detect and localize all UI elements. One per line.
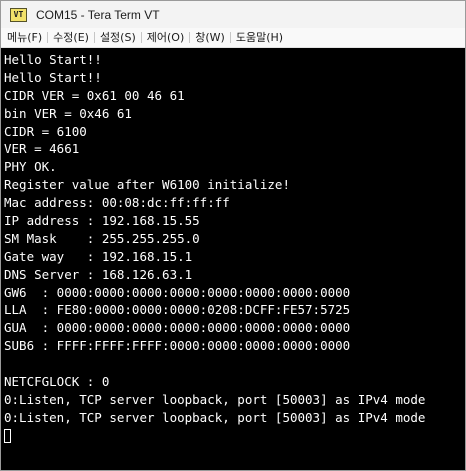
terminal-line: Hello Start!! bbox=[4, 69, 102, 85]
terminal-screen[interactable]: Hello Start!! Hello Start!! CIDR VER = 0… bbox=[1, 48, 465, 470]
menu-help[interactable]: 도움말(H) bbox=[231, 28, 288, 48]
terminal-line: Gate way : 192.168.15.1 bbox=[4, 248, 193, 264]
terminal-line: 0:Listen, TCP server loopback, port [500… bbox=[4, 391, 426, 407]
menu-bar: 메뉴(F) 수정(E) 설정(S) 제어(O) 창(W) 도움말(H) bbox=[1, 28, 465, 48]
terminal-line: Register value after W6100 initialize! bbox=[4, 177, 290, 193]
title-bar[interactable]: VT COM15 - Tera Term VT bbox=[1, 1, 465, 28]
menu-edit[interactable]: 수정(E) bbox=[48, 28, 94, 48]
terminal-line: IP address : 192.168.15.55 bbox=[4, 213, 200, 229]
terminal-line: SM Mask : 255.255.255.0 bbox=[4, 230, 200, 246]
terminal-line: DNS Server : 168.126.63.1 bbox=[4, 266, 193, 282]
window-title: COM15 - Tera Term VT bbox=[36, 7, 160, 22]
terminal-line: NETCFGLOCK : 0 bbox=[4, 374, 110, 390]
terminal-line: Mac address: 00:08:dc:ff:ff:ff bbox=[4, 195, 230, 211]
terminal-line: LLA : FE80:0000:0000:0000:0208:DCFF:FE57… bbox=[4, 302, 351, 318]
text-cursor bbox=[4, 428, 11, 443]
terminal-line: 0:Listen, TCP server loopback, port [500… bbox=[4, 409, 426, 425]
menu-control[interactable]: 제어(O) bbox=[142, 28, 189, 48]
tera-term-app-icon[interactable]: VT bbox=[10, 7, 27, 22]
terminal-line: SUB6 : FFFF:FFFF:FFFF:0000:0000:0000:000… bbox=[4, 338, 351, 354]
terminal-line: CIDR = 6100 bbox=[4, 123, 87, 139]
tera-term-window: VT COM15 - Tera Term VT 메뉴(F) 수정(E) 설정(S… bbox=[0, 0, 466, 471]
menu-window[interactable]: 창(W) bbox=[190, 28, 230, 48]
menu-file[interactable]: 메뉴(F) bbox=[1, 28, 47, 48]
terminal-line: GW6 : 0000:0000:0000:0000:0000:0000:0000… bbox=[4, 284, 351, 300]
terminal-line: CIDR VER = 0x61 00 46 61 bbox=[4, 87, 185, 103]
terminal-line: Hello Start!! bbox=[4, 52, 102, 67]
cursor-line bbox=[4, 427, 465, 445]
terminal-line: bin VER = 0x46 61 bbox=[4, 105, 132, 121]
terminal-line: PHY OK. bbox=[4, 159, 57, 175]
terminal-line: VER = 4661 bbox=[4, 141, 80, 157]
terminal-line: GUA : 0000:0000:0000:0000:0000:0000:0000… bbox=[4, 320, 351, 336]
menu-setup[interactable]: 설정(S) bbox=[95, 28, 141, 48]
